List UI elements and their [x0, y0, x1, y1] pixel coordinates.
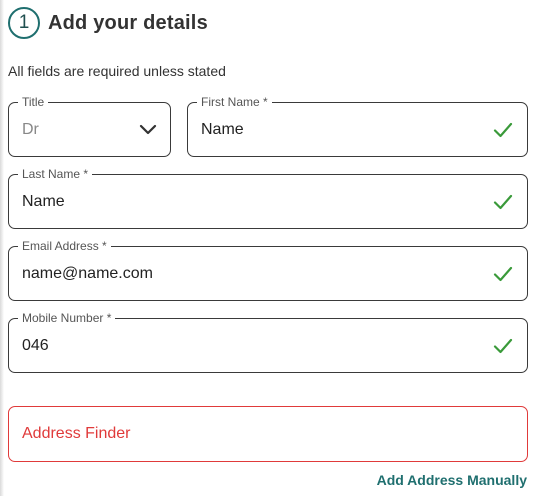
step-header: 1 Add your details — [8, 5, 208, 41]
check-icon — [493, 338, 513, 353]
chevron-down-icon[interactable] — [139, 123, 157, 137]
email-field[interactable]: Email Address * name@name.com — [8, 239, 528, 301]
address-finder-field[interactable]: Address Finder — [8, 406, 528, 462]
required-fields-note: All fields are required unless stated — [8, 63, 226, 79]
step-number-badge: 1 — [8, 7, 40, 39]
check-icon — [493, 194, 513, 209]
add-address-manually-link[interactable]: Add Address Manually — [377, 472, 527, 488]
check-icon — [493, 266, 513, 281]
mobile-number-field[interactable]: Mobile Number * 046 — [8, 311, 528, 373]
email-value: name@name.com — [22, 264, 153, 282]
page-edge-shadow — [0, 0, 4, 496]
last-name-value: Name — [22, 192, 65, 210]
title-select[interactable]: Title Dr — [8, 95, 171, 157]
first-name-field[interactable]: First Name * Name — [187, 95, 528, 157]
mobile-number-value: 046 — [22, 336, 49, 354]
check-icon — [493, 122, 513, 137]
page-title: Add your details — [48, 11, 208, 34]
last-name-field[interactable]: Last Name * Name — [8, 167, 528, 229]
first-name-value: Name — [201, 120, 244, 138]
address-finder-placeholder: Address Finder — [22, 425, 131, 442]
title-value: Dr — [22, 120, 39, 138]
